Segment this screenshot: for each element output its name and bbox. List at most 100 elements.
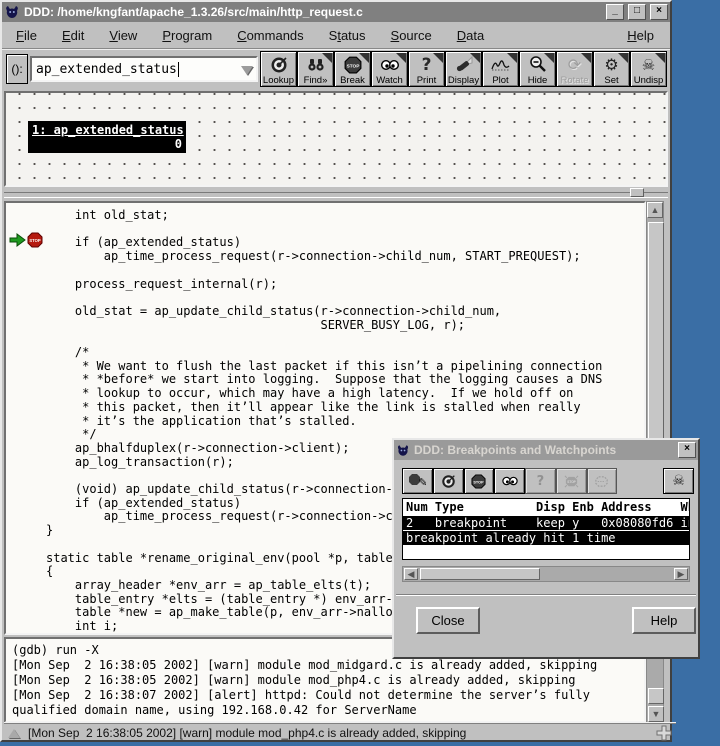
stop-disable-icon — [593, 474, 610, 489]
display-button[interactable]: Display — [445, 51, 482, 87]
breakpoint-hit-row[interactable]: breakpoint already hit 1 time — [403, 531, 689, 545]
menu-data[interactable]: Data — [457, 28, 484, 43]
break-button[interactable]: STOP Break — [334, 51, 371, 87]
stop-pencil-icon: ✎ — [408, 473, 426, 489]
main-titlebar[interactable]: DDD: /home/kngfant/apache_1.3.26/src/mai… — [2, 2, 670, 22]
rotate-arrows-icon: ⟳ — [567, 55, 582, 74]
svg-text:✎: ✎ — [419, 476, 427, 489]
question-mark-icon: ? — [421, 55, 432, 75]
menu-arrow-icon[interactable] — [618, 53, 628, 63]
window-title: DDD: /home/kngfant/apache_1.3.26/src/mai… — [24, 5, 363, 19]
rotate-button[interactable]: ⟳ Rotate — [556, 51, 593, 87]
menu-arrow-icon[interactable] — [581, 53, 591, 63]
svg-text:STOP: STOP — [29, 238, 41, 243]
execution-arrow-icon[interactable] — [9, 232, 26, 248]
desktop: { "colors":{"desktop":"#3a6ea5","panel":… — [0, 0, 720, 746]
menu-status[interactable]: Status — [329, 28, 366, 43]
gear-icon: ⚙ — [604, 55, 619, 74]
argument-input[interactable]: ap_extended_status — [30, 56, 258, 82]
dialog-toolbar: ✎ STOP ? STOP ☠ — [402, 468, 694, 494]
breakpoint-properties-button[interactable]: ✎ — [402, 468, 433, 494]
menu-arrow-icon[interactable] — [544, 53, 554, 63]
breakpoints-dialog: DDD: Breakpoints and Watchpoints × ✎ STO… — [392, 438, 700, 659]
display-value: 0 — [174, 137, 182, 151]
data-display-canvas[interactable]: 1: ap_extended_status 0 — [4, 91, 668, 187]
argument-value: ap_extended_status — [36, 61, 177, 77]
menu-arrow-icon[interactable] — [396, 53, 406, 63]
argument-button[interactable]: (): — [6, 54, 28, 84]
display-1-ap-extended-status[interactable]: 1: ap_extended_status 0 — [28, 121, 186, 153]
stop-sign-icon: STOP — [471, 473, 486, 489]
set-button[interactable]: ⚙ Set — [593, 51, 630, 87]
dialog-titlebar[interactable]: DDD: Breakpoints and Watchpoints × — [394, 440, 698, 460]
dialog-help-button[interactable]: Help — [632, 607, 696, 634]
menu-bar: File Edit View Program Commands Status S… — [2, 22, 670, 49]
menu-arrow-icon[interactable] — [433, 53, 443, 63]
svg-text:STOP: STOP — [567, 480, 576, 484]
minimize-button[interactable]: _ — [606, 4, 624, 20]
dartboard-icon — [441, 474, 456, 489]
menu-view[interactable]: View — [109, 28, 137, 43]
display-title[interactable]: 1: ap_extended_status — [32, 123, 184, 137]
menu-arrow-icon[interactable] — [359, 53, 369, 63]
status-grip-icon[interactable] — [656, 725, 672, 741]
dialog-print-button[interactable]: ? — [525, 468, 556, 494]
dialog-delete-button[interactable]: ☠ — [663, 468, 694, 494]
menu-edit[interactable]: Edit — [62, 28, 84, 43]
status-expand-icon[interactable] — [8, 728, 20, 738]
find-button[interactable]: Find» — [297, 51, 334, 87]
dialog-close-button[interactable]: Close — [416, 607, 480, 634]
undisplay-button[interactable]: ☠ Undisp — [630, 51, 667, 87]
menu-file[interactable]: File — [16, 28, 37, 43]
console-scrollbar-thumb[interactable] — [648, 688, 664, 704]
dialog-watch-button[interactable] — [494, 468, 525, 494]
status-bar: [Mon Sep 2 16:38:05 2002] [warn] module … — [4, 723, 676, 742]
sash-grip[interactable] — [630, 188, 644, 197]
skull-icon: ☠ — [672, 473, 685, 489]
breakpoint-list-header: Num Type Disp Enb Address Wh — [406, 500, 690, 514]
menu-help[interactable]: Help — [627, 28, 654, 43]
breakpoint-list[interactable]: Num Type Disp Enb Address Wh 2 breakpoin… — [402, 498, 690, 560]
ddd-gnu-icon — [4, 5, 20, 19]
text-caret — [177, 61, 179, 77]
scroll-down-icon[interactable]: ▼ — [648, 706, 664, 722]
dialog-disable-button[interactable] — [586, 468, 618, 494]
dialog-break-button[interactable]: STOP — [463, 468, 495, 494]
menu-commands[interactable]: Commands — [237, 28, 303, 43]
menu-source[interactable]: Source — [391, 28, 432, 43]
combo-dropdown-icon[interactable] — [241, 66, 253, 75]
close-button[interactable]: × — [650, 4, 668, 20]
dialog-h-scrollbar[interactable]: ◀ ▶ — [402, 566, 690, 582]
watch-button[interactable]: Watch — [371, 51, 408, 87]
skull-icon: ☠ — [641, 56, 656, 74]
status-message: [Mon Sep 2 16:38:05 2002] [warn] module … — [28, 726, 467, 740]
menu-arrow-icon[interactable] — [322, 53, 332, 63]
menu-arrow-icon[interactable] — [655, 53, 665, 63]
ddd-gnu-icon — [396, 444, 410, 457]
plot-button[interactable]: Plot — [482, 51, 519, 87]
svg-text:STOP: STOP — [474, 480, 485, 484]
scroll-up-icon[interactable]: ▲ — [647, 202, 663, 218]
menu-program[interactable]: Program — [162, 28, 212, 43]
dialog-lookup-button[interactable] — [432, 468, 464, 494]
dialog-separator — [396, 594, 696, 596]
lookup-button[interactable]: Lookup — [260, 51, 297, 87]
maximize-button[interactable]: □ — [628, 4, 646, 20]
eyes-icon — [501, 475, 518, 487]
breakpoint-row[interactable]: 2 breakpoint keep y 0x08080fd6 in — [403, 516, 689, 530]
breakpoint-stop-icon[interactable]: STOP — [27, 232, 43, 248]
menu-arrow-icon[interactable] — [507, 53, 517, 63]
dialog-h-scrollbar-thumb[interactable] — [420, 568, 540, 580]
tool-bar: (): ap_extended_status Lookup Find» STOP… — [2, 49, 670, 89]
stop-enable-icon: STOP — [563, 474, 580, 489]
scroll-right-icon[interactable]: ▶ — [674, 568, 688, 580]
dialog-title: DDD: Breakpoints and Watchpoints — [414, 443, 617, 457]
hide-button[interactable]: Hide — [519, 51, 556, 87]
dialog-close-icon[interactable]: × — [678, 442, 696, 458]
print-button[interactable]: ? Print — [408, 51, 445, 87]
scroll-left-icon[interactable]: ◀ — [404, 568, 418, 580]
pane-separator — [4, 192, 668, 198]
svg-text:STOP: STOP — [346, 63, 359, 69]
menu-arrow-icon[interactable] — [470, 53, 480, 63]
dialog-enable-button[interactable]: STOP — [555, 468, 587, 494]
